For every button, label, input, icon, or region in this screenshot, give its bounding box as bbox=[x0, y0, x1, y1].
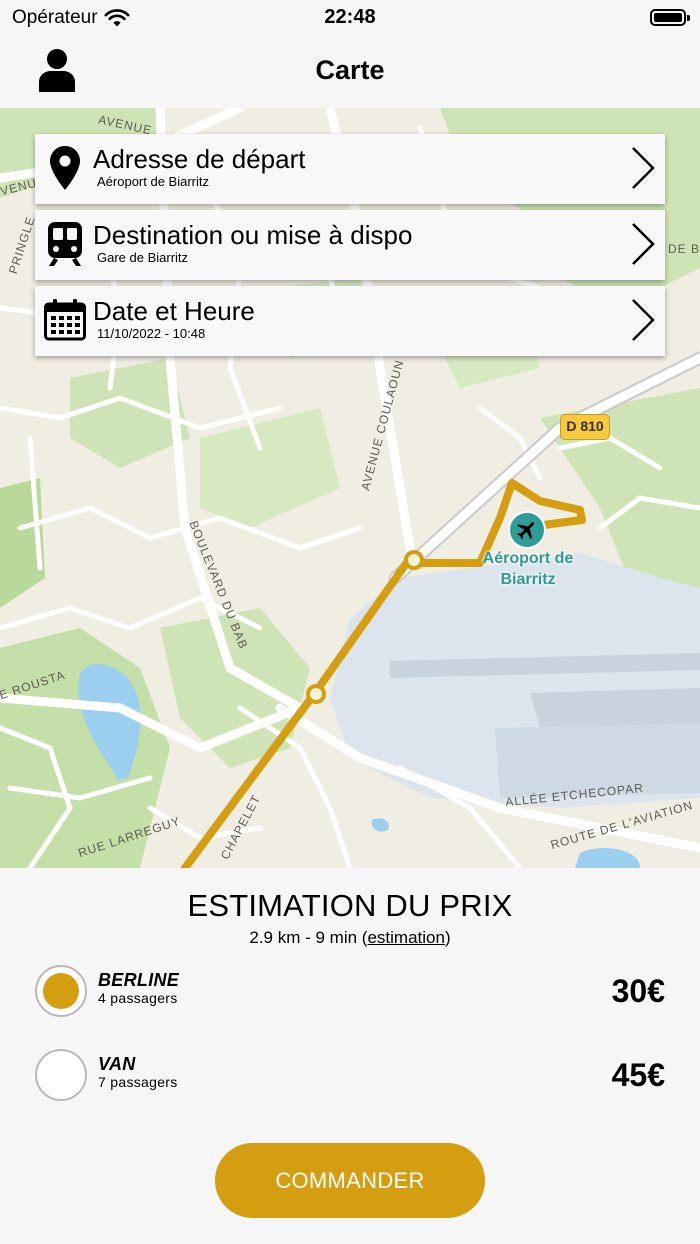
chevron-right-icon bbox=[632, 223, 655, 265]
option-price: 45€ bbox=[611, 1057, 665, 1093]
status-bar: Opérateur 22:48 bbox=[0, 0, 700, 36]
vehicle-option-berline[interactable]: BERLINE 4 passagers 30€ bbox=[35, 965, 665, 1017]
destination-card[interactable]: Destination ou mise à dispo Gare de Biar… bbox=[35, 210, 665, 280]
chevron-right-icon bbox=[632, 299, 655, 341]
street-label: DE B bbox=[668, 242, 700, 256]
airport-marker[interactable] bbox=[508, 511, 546, 549]
departure-card[interactable]: Adresse de départ Aéroport de Biarritz bbox=[35, 134, 665, 204]
clock: 22:48 bbox=[324, 6, 376, 28]
road-badge: D 810 bbox=[560, 414, 610, 440]
destination-value: Gare de Biarritz bbox=[97, 250, 189, 265]
option-name: VAN bbox=[98, 1054, 136, 1074]
departure-title: Adresse de départ bbox=[93, 144, 306, 174]
price-estimate-panel: ESTIMATION DU PRIX 2.9 km - 9 min (estim… bbox=[0, 868, 700, 1244]
calendar-icon bbox=[43, 296, 87, 344]
map-pin-icon bbox=[43, 144, 87, 192]
option-passengers: 4 passagers bbox=[98, 990, 178, 1006]
order-button[interactable]: COMMANDER bbox=[215, 1143, 485, 1218]
nav-bar: Carte bbox=[0, 36, 700, 108]
option-price: 30€ bbox=[611, 973, 665, 1009]
radio-van[interactable] bbox=[35, 1049, 87, 1101]
vehicle-option-van[interactable]: VAN 7 passagers 45€ bbox=[35, 1049, 665, 1101]
estimate-link-close: ) bbox=[444, 928, 451, 947]
radio-berline[interactable] bbox=[35, 965, 87, 1017]
train-icon bbox=[43, 220, 87, 268]
page-title: Carte bbox=[315, 55, 385, 85]
departure-value: Aéroport de Biarritz bbox=[97, 174, 209, 189]
option-passengers: 7 passagers bbox=[98, 1074, 178, 1090]
distance-duration: 2.9 km - 9 min bbox=[249, 928, 358, 947]
destination-title: Destination ou mise à dispo bbox=[93, 220, 413, 250]
datetime-title: Date et Heure bbox=[93, 296, 255, 326]
estimate-summary-line: 2.9 km - 9 min (estimation) bbox=[0, 928, 700, 948]
estimate-title: ESTIMATION DU PRIX bbox=[187, 888, 513, 923]
airplane-icon bbox=[517, 522, 535, 540]
airport-label: Aéroport de Biarritz bbox=[482, 550, 574, 588]
option-name: BERLINE bbox=[98, 970, 180, 990]
datetime-card[interactable]: Date et Heure 11/10/2022 - 10:48 bbox=[35, 286, 665, 356]
battery-icon bbox=[650, 9, 690, 26]
chevron-right-icon bbox=[632, 147, 655, 189]
datetime-value: 11/10/2022 - 10:48 bbox=[97, 326, 206, 341]
estimation-link[interactable]: estimation bbox=[367, 928, 444, 947]
